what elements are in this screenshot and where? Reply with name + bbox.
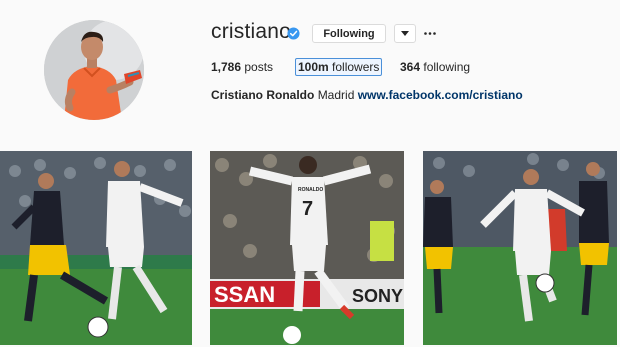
caret-down-icon xyxy=(401,31,409,36)
banner-text-left: SSAN xyxy=(214,282,275,307)
ellipsis-icon xyxy=(424,32,436,35)
profile-username: cristiano xyxy=(211,20,291,43)
post-thumbnail-3[interactable] xyxy=(423,151,617,345)
jersey-name: RONALDO xyxy=(298,187,323,193)
profile-avatar[interactable] xyxy=(44,20,144,120)
followers-label: followers xyxy=(332,60,380,74)
post-image-2: SSAN SONY RONALDO 7 xyxy=(210,151,404,345)
post-thumbnail-2[interactable]: SSAN SONY RONALDO 7 xyxy=(210,151,404,345)
profile-full-name: Cristiano Ronaldo xyxy=(211,88,315,102)
posts-stat: 1,786 posts xyxy=(211,60,273,74)
followers-link[interactable]: 100m followers xyxy=(295,58,383,76)
banner-text-right: SONY xyxy=(352,286,403,306)
post-thumbnail-1[interactable] xyxy=(0,151,192,345)
jersey-number: 7 xyxy=(302,198,313,220)
following-button[interactable]: Following xyxy=(312,24,386,43)
profile-bio: Cristiano Ronaldo Madrid www.facebook.co… xyxy=(211,88,523,102)
posts-label: posts xyxy=(244,60,274,74)
bio-text: Madrid xyxy=(317,88,355,102)
post-image-3 xyxy=(423,151,617,345)
followers-count: 100m xyxy=(298,60,329,74)
posts-count: 1,786 xyxy=(211,60,242,74)
bio-link[interactable]: www.facebook.com/cristiano xyxy=(358,88,523,102)
avatar-photo xyxy=(44,20,144,120)
following-label: following xyxy=(423,60,471,74)
following-count: 364 xyxy=(400,60,421,74)
verified-badge-icon xyxy=(287,27,300,40)
more-options-button[interactable] xyxy=(422,26,438,41)
following-link[interactable]: 364 following xyxy=(400,60,470,74)
post-image-1 xyxy=(0,151,192,345)
follow-options-button[interactable] xyxy=(394,24,416,43)
